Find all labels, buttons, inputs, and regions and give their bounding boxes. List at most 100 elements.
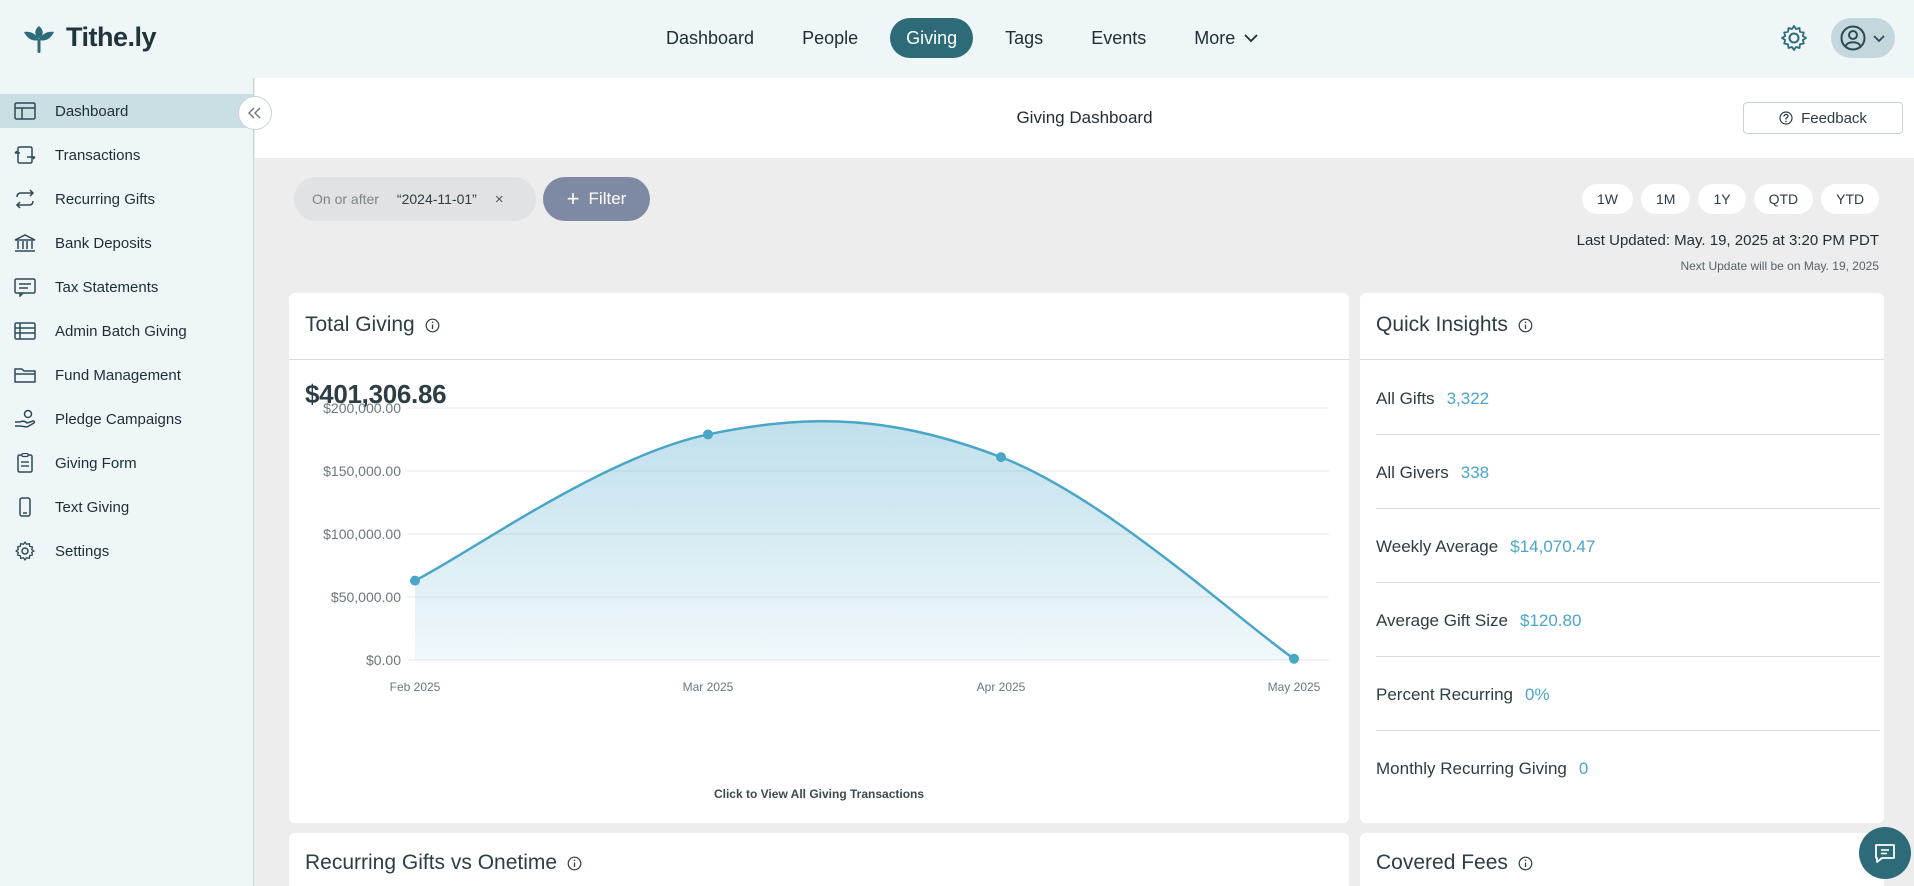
insight-label: All Givers (1376, 463, 1449, 482)
range-ytd-button[interactable]: YTD (1821, 184, 1880, 214)
total-giving-chart[interactable]: $0.00 $50,000.00 $100,000.00 $150,000.00 $20… (289, 403, 1349, 763)
add-filter-button[interactable]: + Filter (543, 177, 650, 221)
sidebar-item-label: Fund Management (55, 366, 181, 384)
data-point[interactable] (410, 575, 420, 586)
filter-chip-label: On or after (312, 191, 379, 207)
divider (1376, 582, 1880, 583)
sidebar-item-fund-management[interactable]: Fund Management (0, 358, 253, 392)
nav-tags[interactable]: Tags (989, 18, 1059, 58)
sidebar-item-admin-batch-giving[interactable]: Admin Batch Giving (0, 314, 253, 348)
gear-icon (15, 541, 35, 561)
info-icon[interactable] (425, 318, 440, 333)
pledge-icon (15, 409, 36, 428)
nav-events[interactable]: Events (1075, 18, 1162, 58)
remove-filter-icon[interactable]: × (495, 191, 504, 208)
layout-icon (14, 102, 36, 120)
card-title-text: Total Giving (305, 313, 415, 336)
sidebar-item-pledge-campaigns[interactable]: Pledge Campaigns (0, 402, 253, 436)
content-header: Giving Dashboard Feedback (255, 78, 1914, 158)
settings-gear-button[interactable] (1780, 24, 1808, 57)
covered-fees-card: Covered Fees (1360, 833, 1884, 886)
insight-label: Percent Recurring (1376, 685, 1514, 704)
divider (1376, 730, 1880, 731)
info-icon[interactable] (567, 856, 582, 871)
insight-monthly-recurring-giving: Monthly Recurring Giving 0 (1376, 759, 1588, 779)
bank-icon (14, 234, 36, 252)
quick-insights-title: Quick Insights (1376, 313, 1533, 337)
y-tick-label: $0.00 (366, 652, 401, 668)
transactions-icon (14, 146, 36, 164)
feedback-button[interactable]: Feedback (1743, 102, 1903, 134)
data-point[interactable] (996, 452, 1006, 463)
logo[interactable]: Tithe.ly (20, 18, 157, 56)
divider (1376, 508, 1880, 509)
clipboard-icon (17, 453, 33, 473)
covered-fees-title: Covered Fees (1376, 851, 1533, 875)
data-point[interactable] (1289, 653, 1299, 664)
sidebar-item-settings[interactable]: Settings (0, 534, 253, 568)
date-filter-chip[interactable]: On or after “2024-11-01” × (294, 177, 536, 221)
insight-value: 3,322 (1446, 389, 1490, 408)
gear-icon (1781, 25, 1807, 51)
chat-bubble-icon (1875, 844, 1895, 863)
add-filter-label: Filter (588, 189, 627, 208)
quick-insights-card: Quick Insights All Gifts 3,322 All Giver… (1360, 293, 1884, 823)
nav-dashboard[interactable]: Dashboard (650, 18, 770, 58)
insight-value: 338 (1460, 463, 1490, 482)
insight-value: 0 (1578, 759, 1589, 778)
data-point[interactable] (703, 429, 713, 440)
info-icon[interactable] (1518, 318, 1533, 333)
total-giving-card: Total Giving $401,306.86 $0.00 $50,000.00… (289, 293, 1349, 823)
sidebar-item-dashboard[interactable]: Dashboard (0, 94, 253, 128)
sidebar-item-label: Dashboard (55, 102, 129, 120)
insight-label: Monthly Recurring Giving (1376, 759, 1567, 778)
range-1y-button[interactable]: 1Y (1698, 184, 1746, 214)
nav-more[interactable]: More (1178, 18, 1275, 58)
collapse-sidebar-button[interactable] (238, 96, 272, 130)
insight-all-givers: All Givers 338 (1376, 463, 1489, 483)
info-icon[interactable] (1518, 856, 1533, 871)
batch-icon (14, 322, 36, 340)
statement-icon (14, 278, 36, 297)
user-menu-button[interactable] (1831, 18, 1895, 58)
card-title-text: Covered Fees (1376, 851, 1508, 874)
nav-giving[interactable]: Giving (890, 18, 974, 58)
sidebar-item-transactions[interactable]: Transactions (0, 138, 253, 172)
sidebar-item-text-giving[interactable]: Text Giving (0, 490, 253, 524)
sidebar-item-label: Recurring Gifts (55, 190, 156, 208)
range-qtd-button[interactable]: QTD (1753, 184, 1814, 214)
top-bar: Tithe.ly Dashboard People Giving Tags Ev… (0, 0, 1914, 78)
sidebar-item-label: Text Giving (55, 498, 130, 516)
folder-icon (14, 368, 36, 383)
sidebar-item-label: Transactions (55, 146, 141, 164)
recurring-icon (15, 189, 35, 209)
filter-chip-value: “2024-11-01” (396, 191, 477, 207)
divider (1376, 656, 1880, 657)
x-tick-label: Apr 2025 (977, 680, 1026, 694)
insight-percent-recurring: Percent Recurring 0% (1376, 685, 1550, 705)
chat-button[interactable] (1859, 827, 1911, 879)
sidebar-item-giving-form[interactable]: Giving Form (0, 446, 253, 480)
insight-label: Weekly Average (1376, 537, 1499, 556)
range-1m-button[interactable]: 1M (1641, 184, 1691, 214)
y-tick-label: $50,000.00 (331, 589, 401, 605)
sidebar-item-label: Pledge Campaigns (55, 410, 182, 428)
sidebar-item-recurring-gifts[interactable]: Recurring Gifts (0, 182, 253, 216)
view-transactions-link[interactable]: Click to View All Giving Transactions (289, 787, 1349, 801)
double-chevron-left-icon (248, 107, 261, 119)
range-1w-button[interactable]: 1W (1582, 184, 1633, 214)
page-title: Giving Dashboard (1016, 108, 1153, 127)
nav-people[interactable]: People (786, 18, 874, 58)
card-title-text: Quick Insights (1376, 313, 1508, 336)
top-nav: Dashboard People Giving Tags Events More (650, 18, 1291, 58)
insight-label: Average Gift Size (1376, 611, 1508, 630)
sidebar-item-bank-deposits[interactable]: Bank Deposits (0, 226, 253, 260)
x-tick-label: May 2025 (1268, 680, 1321, 694)
card-divider (1360, 359, 1884, 360)
plus-icon: + (566, 186, 580, 211)
sidebar-item-label: Admin Batch Giving (55, 322, 187, 340)
next-update-text: Next Update will be on May. 19, 2025 (1680, 259, 1879, 273)
feedback-label: Feedback (1801, 109, 1867, 127)
y-tick-label: $150,000.00 (323, 463, 401, 479)
sidebar-item-tax-statements[interactable]: Tax Statements (0, 270, 253, 304)
